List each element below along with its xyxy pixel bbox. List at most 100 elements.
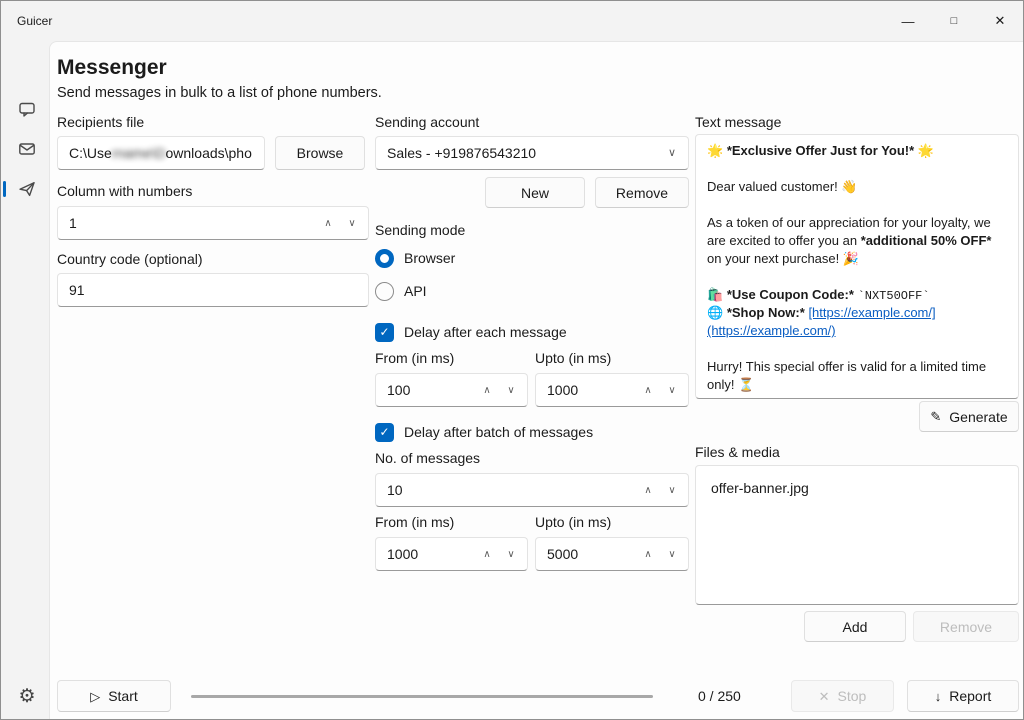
spinner-down-icon[interactable]: ∨: [661, 543, 683, 565]
message-text: on your next purchase! 🎉: [707, 251, 859, 266]
message-text: *Exclusive Offer Just for You!*: [727, 143, 914, 158]
report-button[interactable]: ↓ Report: [907, 680, 1019, 712]
batch-upto-value: 5000: [547, 546, 578, 562]
message-text: *additional 50% OFF*: [861, 233, 992, 248]
spinner-up-icon[interactable]: ∧: [476, 543, 498, 565]
radio-unselected-icon: [375, 282, 394, 301]
stop-icon: ✕: [819, 690, 830, 703]
browse-button[interactable]: Browse: [275, 136, 365, 170]
message-text: 🌟: [707, 143, 727, 158]
remove-file-label: Remove: [940, 619, 992, 635]
minimize-button[interactable]: —: [885, 1, 931, 41]
delay-upto-spinner[interactable]: 1000 ∧ ∨: [535, 373, 689, 407]
message-line: [707, 196, 1007, 214]
spinner-up-icon[interactable]: ∧: [637, 379, 659, 401]
files-media-list[interactable]: offer-banner.jpg: [695, 465, 1019, 605]
page-title: Messenger: [57, 56, 167, 80]
sending-account-dropdown[interactable]: Sales - +919876543210 ∨: [375, 136, 689, 170]
close-button[interactable]: ✕: [977, 1, 1023, 41]
message-line: [707, 268, 1007, 286]
minimize-icon: —: [902, 14, 915, 29]
progress-bar: [191, 695, 653, 698]
file-item[interactable]: offer-banner.jpg: [702, 472, 1012, 504]
spinner-up-icon[interactable]: ∧: [476, 379, 498, 401]
path-prefix: C:\Use: [69, 145, 112, 161]
app-window: Guicer — □ ✕: [0, 0, 1024, 720]
chat-bubble-icon: [17, 99, 37, 119]
message-counter: 0 / 250: [698, 688, 741, 704]
column-numbers-spinner[interactable]: 1 ∧ ∨: [57, 206, 369, 240]
sending-account-label: Sending account: [375, 114, 479, 130]
sidebar-item-messenger-selected[interactable]: [9, 171, 45, 207]
spinner-down-icon[interactable]: ∨: [661, 479, 683, 501]
spinner-up-icon[interactable]: ∧: [637, 543, 659, 565]
delay-from-label: From (in ms): [375, 350, 454, 366]
remove-account-button[interactable]: Remove: [595, 177, 689, 208]
message-line: Dear valued customer! 👋: [707, 178, 1007, 196]
spinner-controls: ∧ ∨: [317, 212, 363, 234]
delay-from-spinner[interactable]: 100 ∧ ∨: [375, 373, 528, 407]
add-file-button[interactable]: Add: [804, 611, 906, 642]
batch-upto-spinner[interactable]: 5000 ∧ ∨: [535, 537, 689, 571]
browse-button-label: Browse: [297, 145, 344, 161]
radio-browser-label: Browser: [404, 250, 455, 266]
text-message-box[interactable]: 🌟 *Exclusive Offer Just for You!* 🌟 Dear…: [695, 134, 1019, 399]
batch-from-value: 1000: [387, 546, 418, 562]
delay-each-label: Delay after each message: [404, 324, 567, 340]
titlebar[interactable]: Guicer — □ ✕: [1, 1, 1023, 41]
checkbox-checked-icon: ✓: [375, 323, 394, 342]
spinner-down-icon[interactable]: ∨: [500, 379, 522, 401]
checkbox-checked-icon: ✓: [375, 423, 394, 442]
checkbox-delay-batch[interactable]: ✓ Delay after batch of messages: [375, 422, 593, 442]
generate-label: Generate: [949, 409, 1007, 425]
page-subtitle: Send messages in bulk to a list of phone…: [57, 85, 382, 101]
message-line: 🛍️ *Use Coupon Code:* `NXT50OFF`: [707, 286, 1007, 305]
radio-browser[interactable]: Browser: [375, 248, 455, 268]
recipients-file-label: Recipients file: [57, 114, 144, 130]
delay-upto-value: 1000: [547, 382, 578, 398]
spinner-down-icon[interactable]: ∨: [341, 212, 363, 234]
message-text: 🌐: [707, 305, 727, 320]
stop-button[interactable]: ✕ Stop: [791, 680, 894, 712]
add-file-label: Add: [843, 619, 868, 635]
recipients-file-input[interactable]: C:\Username\Downloads\pho: [57, 136, 265, 170]
generate-icon: ✎: [930, 410, 941, 423]
remove-file-button[interactable]: Remove: [913, 611, 1019, 642]
batch-upto-label: Upto (in ms): [535, 514, 611, 530]
message-text: Hurry! This special offer is valid for a…: [707, 359, 986, 392]
radio-api[interactable]: API: [375, 281, 427, 301]
start-button[interactable]: ▷ Start: [57, 680, 171, 712]
country-code-value: 91: [69, 282, 85, 298]
country-code-label: Country code (optional): [57, 251, 203, 267]
files-media-label: Files & media: [695, 444, 780, 460]
chevron-down-icon: ∨: [668, 146, 676, 159]
checkbox-delay-each-message[interactable]: ✓ Delay after each message: [375, 322, 567, 342]
report-label: Report: [949, 688, 991, 704]
message-text: `NXT50OFF`: [858, 289, 930, 303]
download-icon: ↓: [935, 690, 942, 703]
message-line: [707, 340, 1007, 358]
play-icon: ▷: [90, 690, 100, 703]
spinner-down-icon[interactable]: ∨: [661, 379, 683, 401]
sidebar-item-chat[interactable]: [9, 91, 45, 127]
message-line: 🌐 *Shop Now:* [https://example.com/](htt…: [707, 304, 1007, 340]
generate-button[interactable]: ✎ Generate: [919, 401, 1019, 432]
delay-from-value: 100: [387, 382, 410, 398]
maximize-button[interactable]: □: [931, 1, 977, 41]
batch-from-label: From (in ms): [375, 514, 454, 530]
spinner-up-icon[interactable]: ∧: [637, 479, 659, 501]
spinner-down-icon[interactable]: ∨: [500, 543, 522, 565]
message-text: *Shop Now:*: [727, 305, 805, 320]
batch-count-spinner[interactable]: 10 ∧ ∨: [375, 473, 689, 507]
sending-mode-label: Sending mode: [375, 222, 465, 238]
new-account-button[interactable]: New: [485, 177, 585, 208]
country-code-input[interactable]: 91: [57, 273, 369, 307]
spinner-controls: ∧ ∨: [637, 543, 683, 565]
spinner-up-icon[interactable]: ∧: [317, 212, 339, 234]
sidebar-item-settings[interactable]: ⚙: [9, 678, 45, 714]
message-text: *Use Coupon Code:*: [727, 287, 854, 302]
send-icon: [17, 179, 37, 199]
batch-from-spinner[interactable]: 1000 ∧ ∨: [375, 537, 528, 571]
sidebar-item-mail[interactable]: [9, 131, 45, 167]
maximize-icon: □: [951, 15, 958, 27]
